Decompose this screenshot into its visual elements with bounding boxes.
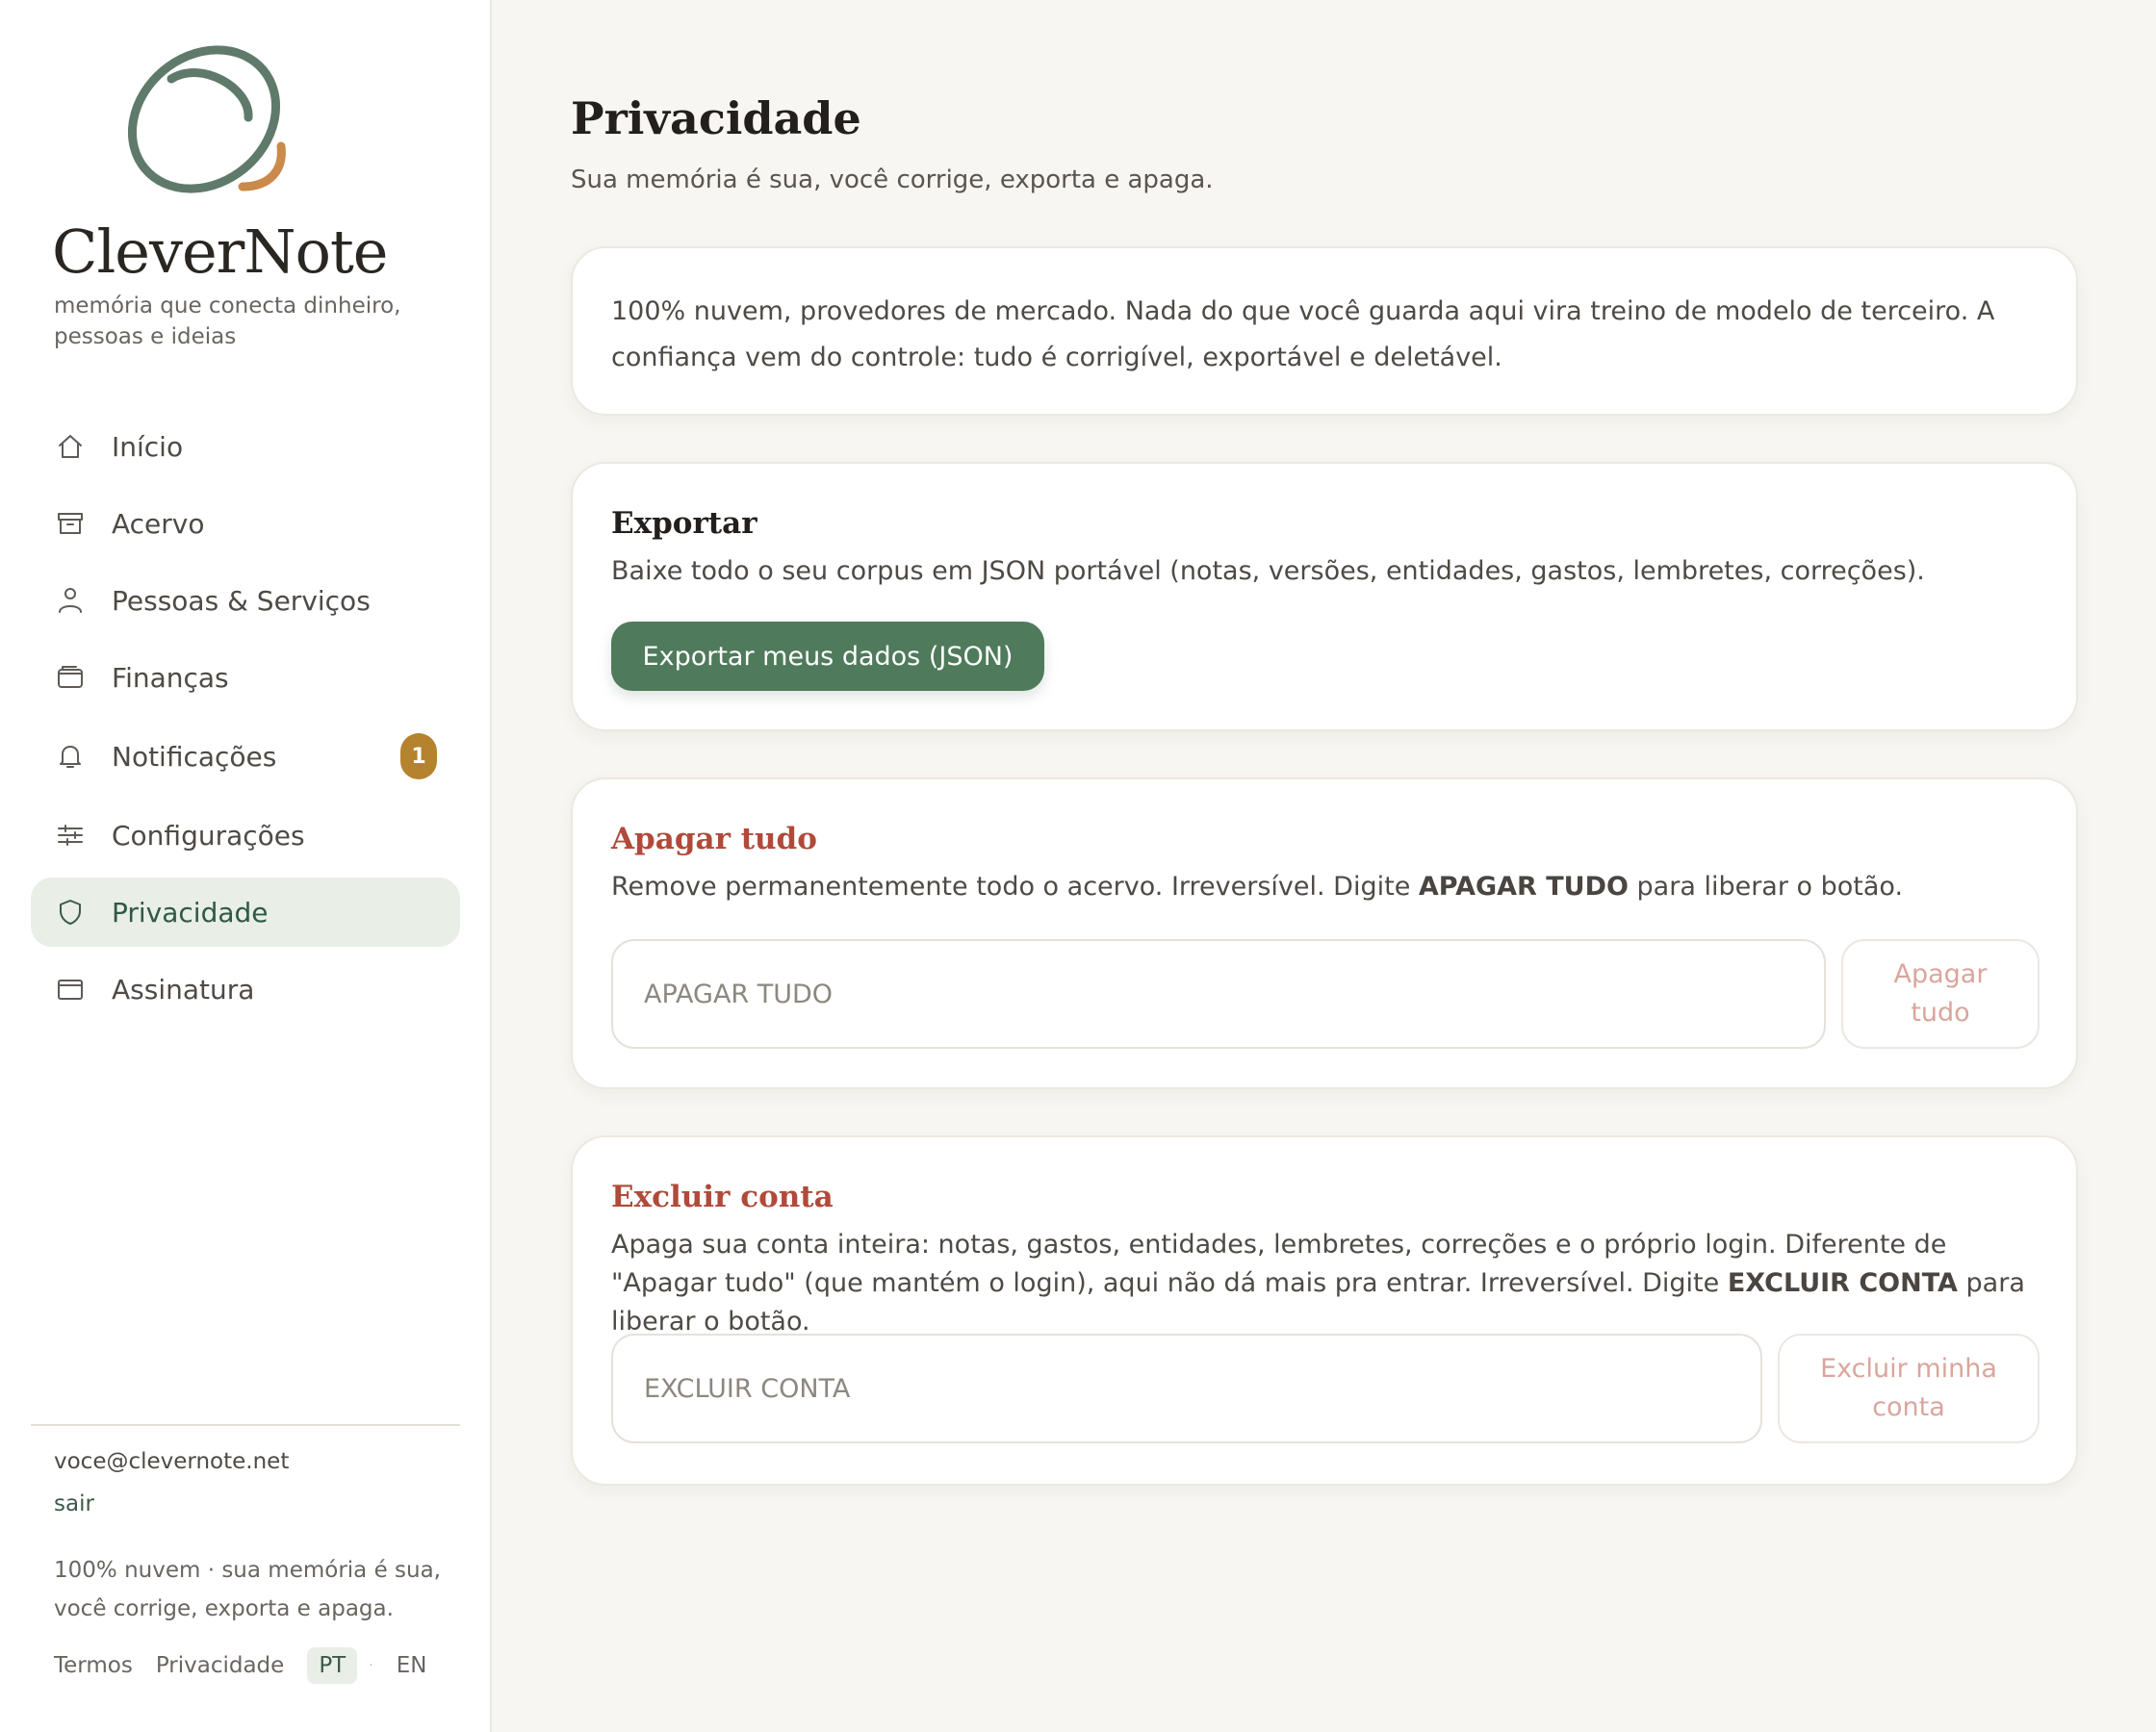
language-separator: · <box>369 1658 373 1673</box>
app-window: CleverNote memória que conecta dinheiro,… <box>0 0 2156 1732</box>
sidebar-item-assinatura[interactable]: Assinatura <box>31 955 460 1024</box>
sidebar: CleverNote memória que conecta dinheiro,… <box>0 0 492 1732</box>
user-email: voce@clevernote.net <box>54 1449 290 1474</box>
sidebar-item-label: Pessoas & Serviços <box>112 584 371 617</box>
delete-keyword: EXCLUIR CONTA <box>1727 1268 1958 1298</box>
sidebar-item-label: Início <box>112 430 184 463</box>
sliders-icon <box>54 819 87 852</box>
privacy-link[interactable]: Privacidade <box>156 1653 285 1678</box>
export-title: Exportar <box>611 506 757 541</box>
sidebar-item-acervo[interactable]: Acervo <box>31 489 460 558</box>
sidebar-item-inicio[interactable]: Início <box>31 412 460 481</box>
erase-desc-text-end: para liberar o botão. <box>1628 872 1904 902</box>
sidebar-divider <box>31 1424 460 1426</box>
sidebar-item-configuracoes[interactable]: Configurações <box>31 801 460 870</box>
home-icon <box>54 430 87 463</box>
delete-account-title: Excluir conta <box>611 1180 834 1214</box>
sidebar-item-pessoas-servicos[interactable]: Pessoas & Serviços <box>31 566 460 635</box>
main-content: Privacidade Sua memória é sua, você corr… <box>492 0 2156 1732</box>
erase-all-card: Apagar tudo Remove permanentemente todo … <box>571 777 2078 1089</box>
sidebar-item-privacidade[interactable]: Privacidade <box>31 878 460 947</box>
sidebar-item-label: Notificações <box>112 740 277 773</box>
archive-icon <box>54 507 87 540</box>
terms-link[interactable]: Termos <box>54 1653 133 1678</box>
person-icon <box>54 584 87 617</box>
delete-account-card: Excluir conta Apaga sua conta inteira: n… <box>571 1135 2078 1486</box>
delete-account-button[interactable]: Excluir minha conta <box>1778 1334 2040 1443</box>
brand-name: CleverNote <box>52 216 388 287</box>
erase-all-confirm-input[interactable] <box>611 939 1826 1049</box>
sidebar-item-label: Assinatura <box>112 973 255 1006</box>
sidebar-nav: Início Acervo Pessoas & Serviços Finança… <box>31 412 460 1032</box>
export-card: Exportar Baixe todo o seu corpus em JSON… <box>571 462 2078 731</box>
sidebar-item-label: Acervo <box>112 507 205 540</box>
footer-links: Termos Privacidade PT · EN <box>54 1647 438 1684</box>
footer-note: 100% nuvem · sua memória é sua, você cor… <box>54 1558 441 1621</box>
wallet-icon <box>54 661 87 694</box>
privacy-info-text: 100% nuvem, provedores de mercado. Nada … <box>611 296 1995 372</box>
shield-icon <box>54 896 87 929</box>
export-description: Baixe todo o seu corpus em JSON portável… <box>611 556 1925 586</box>
privacy-info-card: 100% nuvem, provedores de mercado. Nada … <box>571 246 2078 416</box>
erase-all-title: Apagar tudo <box>611 822 817 856</box>
delete-account-confirm-input[interactable] <box>611 1334 1762 1443</box>
brand-tagline: memória que conecta dinheiro, pessoas e … <box>54 293 401 349</box>
sidebar-item-financas[interactable]: Finanças <box>31 643 460 712</box>
delete-account-description: Apaga sua conta inteira: notas, gastos, … <box>611 1226 2045 1341</box>
logout-link[interactable]: sair <box>54 1491 94 1516</box>
page-subtitle: Sua memória é sua, você corrige, exporta… <box>571 166 1214 194</box>
erase-all-button[interactable]: Apagar tudo <box>1841 939 2040 1049</box>
sidebar-item-label: Configurações <box>112 819 305 852</box>
sidebar-item-label: Privacidade <box>112 896 269 929</box>
clevernote-logo-icon <box>116 40 298 202</box>
export-data-button[interactable]: Exportar meus dados (JSON) <box>611 622 1044 691</box>
card-icon <box>54 973 87 1006</box>
page-title: Privacidade <box>571 92 861 144</box>
language-en-toggle[interactable]: EN <box>385 1647 439 1684</box>
erase-all-description: Remove permanentemente todo o acervo. Ir… <box>611 868 2045 906</box>
bell-icon <box>54 740 87 773</box>
erase-keyword: APAGAR TUDO <box>1418 872 1629 902</box>
notification-count-badge: 1 <box>400 733 437 779</box>
erase-desc-text: Remove permanentemente todo o acervo. Ir… <box>611 872 1419 902</box>
language-pt-toggle[interactable]: PT <box>307 1647 358 1684</box>
sidebar-item-notificacoes[interactable]: Notificações 1 <box>31 720 460 793</box>
sidebar-item-label: Finanças <box>112 661 229 694</box>
